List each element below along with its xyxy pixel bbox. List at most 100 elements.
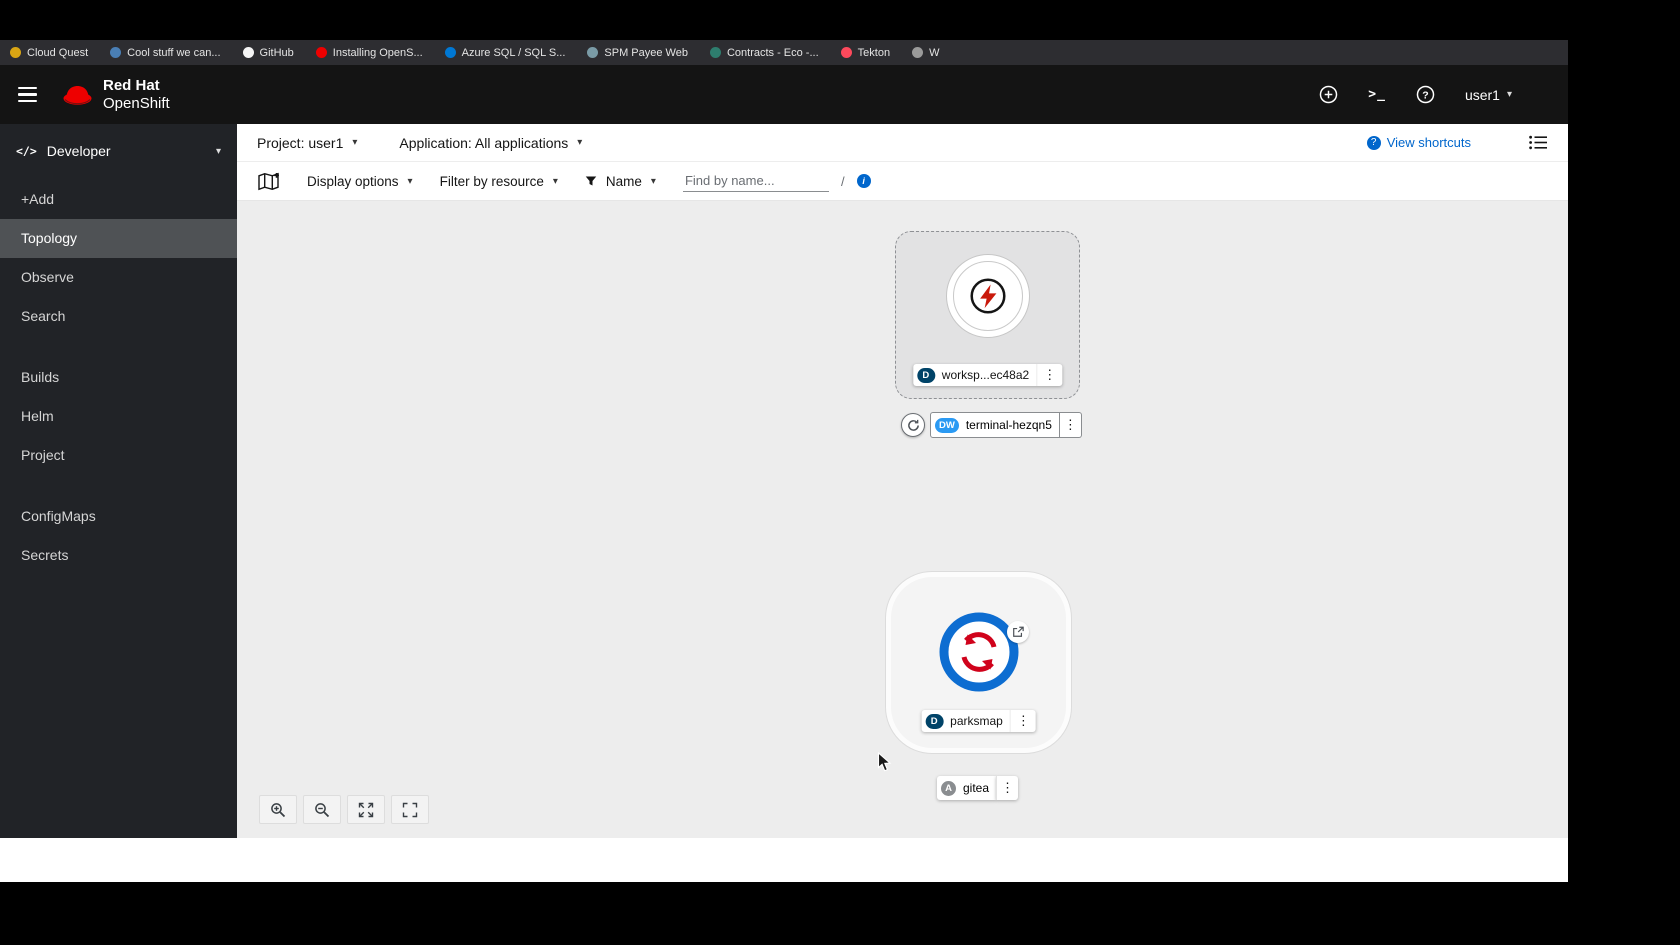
import-plus-icon[interactable] — [1319, 85, 1338, 104]
brand-line1: Red Hat — [103, 77, 160, 95]
terminal-node-label[interactable]: DW terminal-hezqn5 — [930, 412, 1060, 438]
reset-view-button[interactable] — [391, 795, 429, 824]
node-gitea[interactable]: A gitea ⋮ — [937, 776, 1019, 800]
application-badge: A — [941, 780, 956, 796]
export-application-icon[interactable] — [257, 172, 280, 191]
bookmark-github[interactable]: GitHub — [242, 47, 294, 59]
list-view-toggle-icon[interactable] — [1529, 135, 1548, 150]
node-terminal[interactable]: DW terminal-hezqn5 ⋮ — [901, 412, 1082, 438]
masthead: Red Hat OpenShift >_ ? user1 ▾ — [0, 65, 1568, 124]
view-shortcuts-label: View shortcuts — [1386, 135, 1471, 150]
bookmark-installing-openshift[interactable]: Installing OpenS... — [315, 46, 423, 59]
sidebar-item-secrets[interactable]: Secrets — [0, 536, 237, 575]
display-options-label: Display options — [307, 173, 399, 189]
chevron-down-icon: ▾ — [352, 137, 358, 148]
name-filter-dropdown[interactable]: Name ▾ — [585, 174, 656, 189]
bookmark-favicon-icon — [110, 47, 122, 58]
sidebar-item-observe[interactable]: Observe — [0, 258, 237, 297]
topology-toolbar: Display options ▾ Filter by resource ▾ N… — [237, 162, 1568, 201]
external-link-icon — [1013, 626, 1024, 637]
bookmark-cool-stuff[interactable]: Cool stuff we can... — [110, 47, 221, 59]
bookmarks-bar: Cloud Quest Cool stuff we can... GitHub … — [0, 40, 1568, 65]
filter-by-resource-dropdown[interactable]: Filter by resource ▾ — [440, 174, 558, 189]
filter-by-resource-label: Filter by resource — [439, 173, 544, 189]
brand-logo: Red Hat OpenShift — [61, 77, 170, 112]
mouse-cursor — [877, 751, 892, 778]
name-filter-label: Name — [605, 173, 642, 189]
lightning-bolt-icon — [969, 278, 1006, 314]
application-dropdown[interactable]: Application: All applications ▾ — [399, 135, 582, 151]
devworkspace-badge: DW — [935, 417, 959, 433]
sidebar-group-primary: +Add Topology Observe Search — [0, 174, 237, 344]
kebab-menu-icon[interactable]: ⋮ — [996, 776, 1019, 800]
deployment-badge: D — [916, 367, 935, 383]
workspace-name: worksp...ec48a2 — [941, 368, 1030, 382]
bookmark-favicon-icon — [242, 47, 254, 58]
sidebar-item-project[interactable]: Project — [0, 436, 237, 475]
bookmark-favicon-icon — [444, 47, 456, 58]
chevron-down-icon: ▾ — [407, 175, 413, 187]
bookmark-spm-payee[interactable]: SPM Payee Web — [587, 47, 688, 59]
globe-icon — [912, 47, 924, 58]
bookmark-cloud-quest[interactable]: Cloud Quest — [10, 47, 88, 59]
chevron-down-icon: ▾ — [215, 145, 221, 157]
workspace-node-circle — [945, 254, 1030, 338]
developer-perspective-icon: </> — [16, 144, 37, 158]
bookmark-label: Cloud Quest — [27, 46, 89, 59]
project-dropdown[interactable]: Project: user1 ▾ — [257, 135, 357, 151]
slash-shortcut-hint: / — [840, 173, 845, 189]
bookmark-azure-sql[interactable]: Azure SQL / SQL S... — [444, 47, 565, 59]
chevron-down-icon: ▾ — [1506, 89, 1512, 100]
username: user1 — [1464, 86, 1500, 103]
find-by-name-input[interactable] — [682, 170, 829, 192]
zoom-in-button[interactable] — [259, 795, 297, 824]
kebab-menu-icon[interactable]: ⋮ — [1059, 412, 1082, 438]
kebab-menu-icon[interactable]: ⋮ — [1036, 364, 1062, 386]
bookmark-tekton[interactable]: Tekton — [840, 47, 890, 59]
main-content: Project: user1 ▾ Application: All applic… — [237, 124, 1568, 838]
kebab-menu-icon[interactable]: ⋮ — [1009, 710, 1036, 732]
bookmark-favicon-icon — [587, 47, 599, 58]
deployment-badge: D — [925, 713, 944, 729]
topology-canvas[interactable]: D worksp...ec48a2 ⋮ DW terminal-hezqn5 ⋮… — [237, 201, 1568, 838]
menu-icon[interactable] — [18, 86, 37, 103]
info-icon[interactable]: i — [856, 174, 871, 188]
brand-line2: OpenShift — [103, 94, 170, 112]
question-circle-icon: ? — [1366, 135, 1381, 150]
redhat-fedora-icon — [63, 86, 92, 105]
screen-background: { "colors": { "accent_blue": "#0066cc", … — [0, 0, 1680, 945]
user-menu[interactable]: user1 ▾ — [1465, 87, 1512, 103]
sidebar-group-config: ConfigMaps Secrets — [0, 491, 237, 583]
workspace-node-label[interactable]: D worksp...ec48a2 ⋮ — [912, 364, 1063, 386]
display-options-dropdown[interactable]: Display options ▾ — [307, 174, 413, 189]
fit-to-screen-button[interactable] — [347, 795, 385, 824]
filter-funnel-icon — [585, 176, 597, 186]
view-shortcuts-link[interactable]: ? View shortcuts — [1366, 135, 1471, 150]
bookmark-favicon-icon — [840, 47, 852, 58]
perspective-switcher[interactable]: </> Developer ▾ — [0, 124, 237, 174]
help-icon[interactable]: ? — [1416, 85, 1435, 104]
open-url-decorator[interactable] — [1007, 621, 1029, 643]
web-terminal-icon[interactable]: >_ — [1368, 87, 1386, 102]
terminal-decorator-icon[interactable] — [901, 413, 925, 437]
sidebar-item-search[interactable]: Search — [0, 297, 237, 336]
gitea-node-label[interactable]: A gitea — [937, 776, 997, 800]
bookmark-w[interactable]: W — [912, 47, 939, 59]
sidebar-item-configmaps[interactable]: ConfigMaps — [0, 497, 237, 536]
zoom-out-button[interactable] — [303, 795, 341, 824]
gitea-name: gitea — [963, 781, 990, 795]
sidebar-item-builds[interactable]: Builds — [0, 358, 237, 397]
sidebar-item-add[interactable]: +Add — [0, 180, 237, 219]
bookmark-label: Installing OpenS... — [332, 46, 423, 59]
chevron-down-icon: ▾ — [552, 175, 558, 187]
bookmark-favicon-icon — [10, 47, 21, 58]
bookmark-contracts[interactable]: Contracts - Eco -... — [709, 47, 819, 59]
sidebar-item-helm[interactable]: Helm — [0, 397, 237, 436]
bookmark-favicon-icon — [315, 47, 327, 58]
sidebar-item-topology[interactable]: Topology — [0, 219, 237, 258]
parksmap-app-icon — [938, 611, 1020, 698]
node-workspace[interactable]: D worksp...ec48a2 ⋮ — [895, 231, 1080, 399]
node-parksmap[interactable]: D parksmap ⋮ — [886, 572, 1071, 753]
parksmap-node-label[interactable]: D parksmap ⋮ — [921, 710, 1036, 732]
bookmark-favicon-icon — [709, 47, 721, 58]
